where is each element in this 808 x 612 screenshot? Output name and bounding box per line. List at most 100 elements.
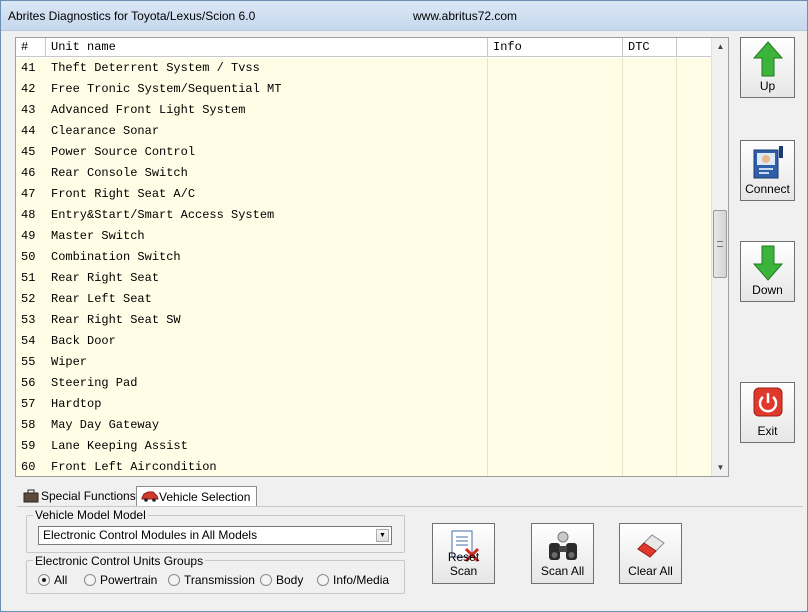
table-row[interactable]: 57 Hardtop: [16, 394, 711, 415]
unit-dtc: [623, 121, 677, 142]
clear-all-button[interactable]: Clear All: [619, 523, 682, 584]
window-title: Abrites Diagnostics for Toyota/Lexus/Sci…: [8, 9, 256, 23]
binoculars-icon: [548, 531, 577, 560]
table-row[interactable]: 49 Master Switch: [16, 226, 711, 247]
col-header-dtc[interactable]: DTC: [623, 38, 677, 57]
unit-info: [488, 247, 623, 268]
unit-name: Front Left Aircondition: [51, 460, 217, 474]
down-button[interactable]: Down: [740, 241, 795, 302]
table-row[interactable]: 48 Entry&Start/Smart Access System: [16, 205, 711, 226]
radio-body[interactable]: Body: [260, 573, 303, 587]
unit-info: [488, 331, 623, 352]
unit-name: Wiper: [51, 355, 88, 369]
unit-dtc: [623, 331, 677, 352]
up-button[interactable]: Up: [740, 37, 795, 98]
unit-info: [488, 58, 623, 79]
radio-body-indicator[interactable]: [260, 574, 272, 586]
radio-transmission-indicator[interactable]: [168, 574, 180, 586]
scan-all-label: Scan All: [540, 564, 585, 578]
vehicle-model-select[interactable]: Electronic Control Modules in All Models…: [38, 526, 392, 545]
unit-grid[interactable]: # Unit name Info DTC 41 Theft Deterrent S…: [15, 37, 729, 477]
table-row[interactable]: 43 Advanced Front Light System: [16, 100, 711, 121]
table-row[interactable]: 42 Free Tronic System/Sequential MT: [16, 79, 711, 100]
unit-name: Rear Right Seat SW: [51, 313, 181, 327]
unit-info: [488, 289, 623, 310]
table-row[interactable]: 41 Theft Deterrent System / Tvss: [16, 58, 711, 79]
toolbox-icon: [23, 489, 39, 503]
table-row[interactable]: 51 Rear Right Seat: [16, 268, 711, 289]
radio-powertrain[interactable]: Powertrain: [84, 573, 157, 587]
unit-dtc: [623, 100, 677, 121]
unit-name: Combination Switch: [51, 250, 181, 264]
unit-name: Theft Deterrent System / Tvss: [51, 61, 260, 75]
unit-name: May Day Gateway: [51, 418, 160, 432]
table-row[interactable]: 45 Power Source Control: [16, 142, 711, 163]
grid-scrollbar[interactable]: ▲ ▼: [711, 38, 728, 476]
radio-info-media[interactable]: Info/Media: [317, 573, 389, 587]
grid-body: 41 Theft Deterrent System / Tvss 42 Free Tr…: [16, 58, 711, 476]
row-number: 55: [21, 355, 36, 369]
row-number: 47: [21, 187, 36, 201]
unit-name: Rear Console Switch: [51, 166, 188, 180]
table-row[interactable]: 47 Front Right Seat A/C: [16, 184, 711, 205]
reset-scan-button[interactable]: Reset Scan: [432, 523, 495, 584]
unit-dtc: [623, 457, 677, 476]
chevron-down-icon[interactable]: ▼: [376, 529, 389, 542]
radio-transmission-label: Transmission: [184, 573, 255, 587]
tab-vehicle-selection[interactable]: Vehicle Selection: [136, 486, 258, 507]
eraser-icon: [636, 534, 665, 558]
col-header-info[interactable]: Info: [488, 38, 623, 57]
table-row[interactable]: 52 Rear Left Seat: [16, 289, 711, 310]
down-arrow-icon: [752, 245, 783, 281]
radio-transmission[interactable]: Transmission: [168, 573, 255, 587]
unit-info: [488, 457, 623, 476]
scroll-thumb[interactable]: [713, 210, 727, 278]
radio-powertrain-indicator[interactable]: [84, 574, 96, 586]
scroll-down-arrow-icon[interactable]: ▼: [712, 459, 728, 476]
exit-button[interactable]: Exit: [740, 382, 795, 443]
row-number: 58: [21, 418, 36, 432]
unit-name: Front Right Seat A/C: [51, 187, 196, 201]
table-row[interactable]: 60 Front Left Aircondition: [16, 457, 711, 476]
radio-all[interactable]: All: [38, 573, 67, 587]
radio-all-indicator[interactable]: [38, 574, 50, 586]
scroll-up-arrow-icon[interactable]: ▲: [712, 38, 728, 55]
unit-dtc: [623, 289, 677, 310]
radio-info-media-indicator[interactable]: [317, 574, 329, 586]
col-header-name[interactable]: Unit name: [46, 38, 488, 57]
table-row[interactable]: 55 Wiper: [16, 352, 711, 373]
unit-info: [488, 436, 623, 457]
unit-info: [488, 394, 623, 415]
scan-all-button[interactable]: Scan All: [531, 523, 594, 584]
table-row[interactable]: 59 Lane Keeping Assist: [16, 436, 711, 457]
unit-name: Free Tronic System/Sequential MT: [51, 82, 282, 96]
connect-button-label: Connect: [745, 182, 790, 196]
unit-name: Entry&Start/Smart Access System: [51, 208, 275, 222]
unit-info: [488, 226, 623, 247]
unit-dtc: [623, 205, 677, 226]
unit-info: [488, 79, 623, 100]
unit-dtc: [623, 436, 677, 457]
tab-special-functions[interactable]: Special Functions: [19, 486, 142, 507]
unit-info: [488, 100, 623, 121]
col-header-num[interactable]: #: [16, 38, 46, 57]
row-number: 46: [21, 166, 36, 180]
table-row[interactable]: 53 Rear Right Seat SW: [16, 310, 711, 331]
vehicle-model-value: Electronic Control Modules in All Models: [43, 528, 258, 542]
connect-button[interactable]: Connect: [740, 140, 795, 201]
radio-body-label: Body: [276, 573, 304, 587]
row-number: 53: [21, 313, 36, 327]
app-window: Abrites Diagnostics for Toyota/Lexus/Sci…: [0, 0, 808, 612]
row-number: 51: [21, 271, 36, 285]
table-row[interactable]: 46 Rear Console Switch: [16, 163, 711, 184]
unit-name: Back Door: [51, 334, 116, 348]
table-row[interactable]: 44 Clearance Sonar: [16, 121, 711, 142]
row-number: 60: [21, 460, 36, 474]
row-number: 59: [21, 439, 36, 453]
table-row[interactable]: 58 May Day Gateway: [16, 415, 711, 436]
unit-name: Lane Keeping Assist: [51, 439, 188, 453]
table-row[interactable]: 54 Back Door: [16, 331, 711, 352]
row-number: 45: [21, 145, 36, 159]
table-row[interactable]: 50 Combination Switch: [16, 247, 711, 268]
table-row[interactable]: 56 Steering Pad: [16, 373, 711, 394]
